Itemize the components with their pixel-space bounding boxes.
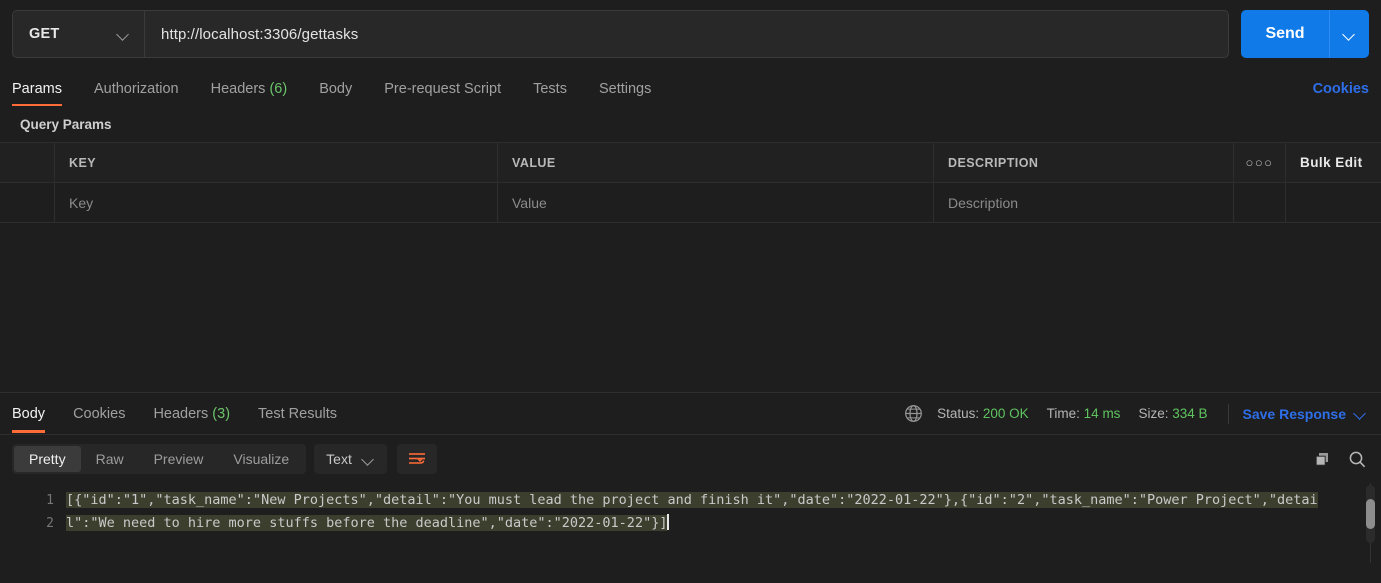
wrap-lines-button[interactable]	[396, 444, 437, 474]
tab-label: Body	[319, 81, 353, 97]
more-options-icon: ○○○	[1245, 155, 1274, 170]
description-input[interactable]: Description	[934, 183, 1234, 222]
value-placeholder: Value	[512, 194, 547, 211]
tab-pre-request-script[interactable]: Pre-request Script	[384, 81, 501, 106]
request-tabs: Params Authorization Headers (6) Body Pr…	[0, 68, 1381, 106]
response-tab-test-results[interactable]: Test Results	[258, 406, 337, 422]
copy-button[interactable]	[1313, 450, 1332, 469]
content-type-label: Text	[326, 451, 352, 467]
scrollbar-thumb[interactable]	[1366, 499, 1375, 529]
bulk-edit-label: Bulk Edit	[1300, 155, 1363, 170]
query-params-title: Query Params	[20, 117, 112, 132]
tab-tests[interactable]: Tests	[533, 81, 567, 106]
format-raw[interactable]: Raw	[81, 446, 139, 472]
tab-label: Tests	[533, 81, 567, 97]
table-row: Key Value Description	[0, 183, 1381, 223]
query-params-table: KEY VALUE DESCRIPTION ○○○ Bulk Edit Key …	[0, 142, 1381, 223]
http-method-label: GET	[29, 26, 60, 42]
description-placeholder: Description	[948, 194, 1019, 211]
chevron-down-icon	[117, 28, 130, 41]
chevron-down-icon	[1343, 28, 1356, 41]
response-body-text[interactable]: [{"id":"1","task_name":"New Projects","d…	[66, 483, 1381, 563]
response-tab-body[interactable]: Body	[12, 405, 46, 433]
status-value: 200 OK	[982, 406, 1029, 421]
divider	[1227, 403, 1229, 424]
content-type-select[interactable]: Text	[314, 444, 387, 474]
send-group: Send	[1241, 10, 1369, 58]
response-body-viewer: 1 2 [{"id":"1","task_name":"New Projects…	[0, 483, 1381, 563]
tab-authorization[interactable]: Authorization	[94, 81, 179, 106]
copy-icon	[1315, 452, 1328, 466]
table-options-button[interactable]: ○○○	[1234, 143, 1286, 182]
response-tab-cookies[interactable]: Cookies	[73, 406, 125, 422]
send-options-button[interactable]	[1329, 10, 1369, 58]
header-value: VALUE	[498, 143, 934, 182]
tab-headers[interactable]: Headers (6)	[211, 81, 288, 106]
tab-settings[interactable]: Settings	[599, 81, 651, 106]
row-checkbox-cell[interactable]	[0, 183, 55, 222]
key-placeholder: Key	[69, 194, 94, 211]
search-button[interactable]	[1348, 450, 1367, 469]
tab-label: Test Results	[258, 405, 338, 422]
body-format-toolbar: Pretty Raw Preview Visualize Text	[0, 435, 1381, 483]
tab-label: Cookies	[73, 405, 126, 422]
value-input[interactable]: Value	[498, 183, 934, 222]
save-response-button[interactable]: Save Response	[1243, 406, 1368, 422]
selected-json-text: [{"id":"1","task_name":"New Projects","d…	[66, 492, 1318, 531]
save-response-label: Save Response	[1242, 405, 1347, 422]
tab-body[interactable]: Body	[319, 81, 352, 106]
url-input[interactable]: http://localhost:3306/gettasks	[145, 11, 1228, 57]
size-value: 334 B	[1172, 406, 1208, 421]
tab-label: Body	[12, 405, 46, 422]
tab-label: Pre-request Script	[384, 81, 502, 97]
line-number: 1	[46, 493, 54, 508]
tab-count: (3)	[212, 405, 231, 422]
params-empty-space	[0, 223, 1381, 393]
search-icon	[1349, 451, 1366, 467]
globe-icon	[905, 405, 922, 422]
line-number-gutter: 1 2	[0, 483, 66, 563]
format-segmented-control: Pretty Raw Preview Visualize	[12, 444, 307, 474]
row-options-cell	[1234, 183, 1286, 222]
method-url-group: GET http://localhost:3306/gettasks	[12, 10, 1229, 58]
body-toolbar-actions	[1313, 450, 1367, 469]
response-stats: Status: 200 OK Time: 14 ms Size: 334 B S…	[904, 403, 1368, 424]
chevron-down-icon	[362, 453, 375, 466]
cookies-link[interactable]: Cookies	[1313, 81, 1369, 106]
table-header-row: KEY VALUE DESCRIPTION ○○○ Bulk Edit	[0, 143, 1381, 183]
send-button[interactable]: Send	[1241, 10, 1329, 58]
format-visualize[interactable]: Visualize	[218, 446, 304, 472]
text-cursor	[667, 514, 669, 530]
status-label: Status:	[937, 406, 980, 421]
tab-label: Authorization	[93, 81, 179, 97]
tab-label: Settings	[598, 81, 652, 97]
header-description: DESCRIPTION	[934, 143, 1234, 182]
row-trailing-cell	[1286, 183, 1381, 222]
format-preview[interactable]: Preview	[139, 446, 219, 472]
bulk-edit-button[interactable]: Bulk Edit	[1286, 143, 1381, 182]
size-label: Size:	[1138, 406, 1169, 421]
tab-params[interactable]: Params	[12, 81, 62, 106]
request-url-bar: GET http://localhost:3306/gettasks Send	[0, 0, 1381, 68]
tab-count: (6)	[269, 81, 288, 97]
response-tab-headers[interactable]: Headers (3)	[153, 406, 230, 422]
header-key: KEY	[55, 143, 498, 182]
header-checkbox-cell	[0, 143, 55, 182]
time-badge[interactable]: Time: 14 ms	[1047, 406, 1121, 421]
time-value: 14 ms	[1083, 406, 1121, 421]
tab-label: Headers	[210, 81, 266, 97]
time-label: Time:	[1046, 406, 1080, 421]
wrap-lines-icon	[408, 453, 425, 464]
chevron-down-icon	[1354, 407, 1367, 420]
tab-label: Headers	[153, 405, 209, 422]
key-input[interactable]: Key	[55, 183, 498, 222]
status-badge[interactable]: Status: 200 OK	[937, 406, 1029, 421]
format-pretty[interactable]: Pretty	[14, 446, 81, 472]
tab-label: Params	[12, 81, 62, 97]
size-badge[interactable]: Size: 334 B	[1138, 406, 1207, 421]
vertical-scrollbar[interactable]	[1366, 485, 1375, 543]
line-number: 2	[46, 516, 54, 531]
response-meta-bar: Body Cookies Headers (3) Test Results St…	[0, 393, 1381, 435]
http-method-select[interactable]: GET	[13, 11, 145, 57]
